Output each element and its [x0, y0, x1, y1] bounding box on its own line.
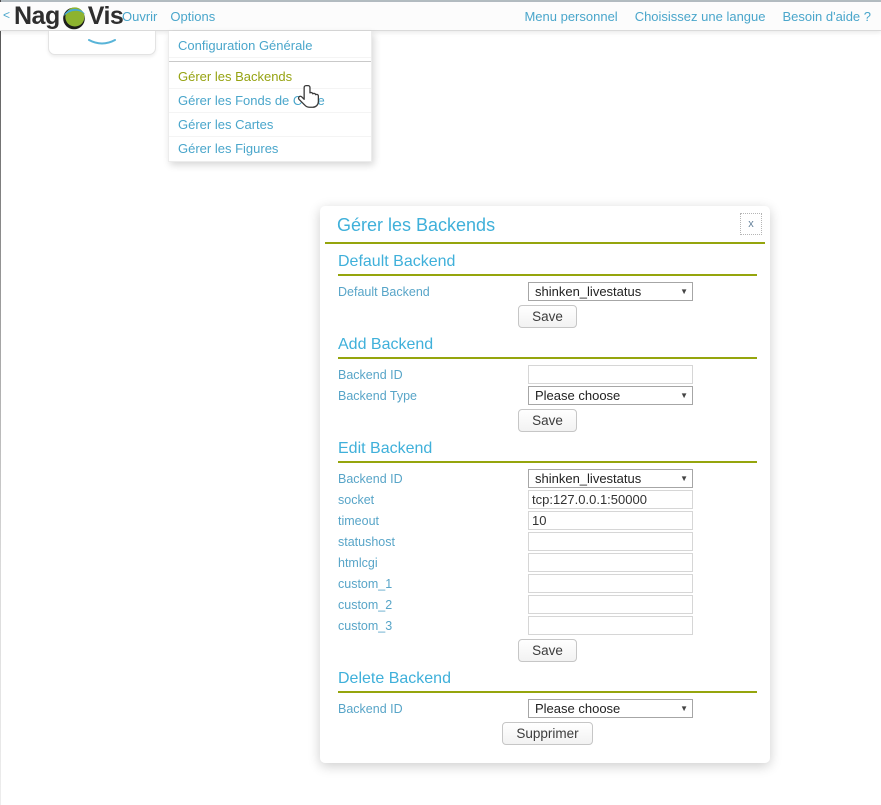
form-row: custom_3 — [338, 616, 757, 635]
field-label-custom-1: custom_1 — [338, 577, 528, 591]
save-button[interactable]: Save — [518, 639, 577, 662]
field-label-statushost: statushost — [338, 535, 528, 549]
form-row: socket — [338, 490, 757, 509]
form-row: Backend ID Please choose ▼ — [338, 699, 757, 718]
field-label-custom-3: custom_3 — [338, 619, 528, 633]
field-label-default-backend: Default Backend — [338, 285, 528, 299]
collapse-left-icon[interactable]: < — [3, 8, 10, 22]
section-title: Delete Backend — [338, 670, 757, 693]
options-menu: Configuration Générale Gérer les Backends… — [168, 31, 372, 162]
button-row: Supprimer — [338, 722, 757, 745]
form-row: timeout — [338, 511, 757, 530]
form-row: statushost — [338, 532, 757, 551]
select-backend-id[interactable]: Please choose ▼ — [528, 699, 693, 718]
section-edit-backend: Edit BackendBackend IDshinken_livestatus… — [338, 440, 757, 662]
menu-item-configuration-g-n-rale[interactable]: Configuration Générale — [169, 34, 371, 58]
logo-text-vis: Vis — [88, 2, 124, 31]
chevron-down-icon: ▼ — [680, 391, 688, 400]
chevron-down-icon: ▼ — [680, 287, 688, 296]
input-socket[interactable] — [528, 490, 693, 509]
dialog-close-button[interactable]: x — [740, 213, 762, 235]
select-value: Please choose — [535, 388, 620, 403]
select-value: shinken_livestatus — [535, 284, 641, 299]
nav-choisissez-une-langue[interactable]: Choisissez une langue — [635, 9, 766, 24]
nagvis-logo[interactable]: Nag Vis — [14, 2, 123, 30]
section-title: Edit Backend — [338, 440, 757, 463]
field-label-htmlcgi: htmlcgi — [338, 556, 528, 570]
field-label-backend-type: Backend Type — [338, 389, 528, 403]
window-left-border — [0, 0, 1, 805]
form-row: htmlcgi — [338, 553, 757, 572]
menu-separator — [169, 61, 371, 62]
page: < Nag Vis Ouvrir Options Menu personnel Ch… — [0, 0, 881, 805]
select-backend-type[interactable]: Please choose ▼ — [528, 386, 693, 405]
nav-menu-personnel[interactable]: Menu personnel — [524, 9, 617, 24]
nav-options[interactable]: Options — [170, 9, 215, 24]
main-menu: Ouvrir Options — [122, 2, 215, 30]
menu-item-g-rer-les-fonds-de-carte[interactable]: Gérer les Fonds de Carte — [169, 89, 371, 113]
menu-item-g-rer-les-cartes[interactable]: Gérer les Cartes — [169, 113, 371, 137]
nav-besoin-d-aide[interactable]: Besoin d'aide ? — [783, 9, 872, 24]
field-label-custom-2: custom_2 — [338, 598, 528, 612]
dialog-title: Gérer les Backends — [337, 215, 753, 236]
user-menu: Menu personnel Choisissez une langue Besoi… — [524, 2, 871, 30]
form-row: Backend Type Please choose ▼ — [338, 386, 757, 405]
input-timeout[interactable] — [528, 511, 693, 530]
field-label-socket: socket — [338, 493, 528, 507]
menu-item-g-rer-les-backends[interactable]: Gérer les Backends — [169, 65, 371, 89]
select-default-backend[interactable]: shinken_livestatus ▼ — [528, 282, 693, 301]
select-value: Please choose — [535, 701, 620, 716]
form-row: Default Backend shinken_livestatus ▼ — [338, 282, 757, 301]
section-delete-backend: Delete Backend Backend ID Please choose ▼ Su… — [338, 670, 757, 745]
button-row: Save — [338, 409, 757, 432]
dialog-body: Default BackendDefault Backendshinken_li… — [320, 253, 770, 745]
select-value: shinken_livestatus — [535, 471, 641, 486]
form-row: Backend ID shinken_livestatus ▼ — [338, 469, 757, 488]
dialog-header: Gérer les Backends — [325, 206, 765, 244]
chevron-down-icon: ▼ — [680, 474, 688, 483]
input-custom-1[interactable] — [528, 574, 693, 593]
section-title: Default Backend — [338, 253, 757, 276]
button-row: Save — [338, 305, 757, 328]
form-row: Backend ID — [338, 365, 757, 384]
input-custom-3[interactable] — [528, 616, 693, 635]
input-htmlcgi[interactable] — [528, 553, 693, 572]
field-label-backend-id: Backend ID — [338, 368, 528, 382]
save-button[interactable]: Save — [518, 305, 577, 328]
field-label-backend-id: Backend ID — [338, 702, 528, 716]
select-backend-id[interactable]: shinken_livestatus ▼ — [528, 469, 693, 488]
field-label-timeout: timeout — [338, 514, 528, 528]
save-button[interactable]: Save — [518, 409, 577, 432]
button-row: Save — [338, 639, 757, 662]
nagvis-globe-icon — [61, 5, 87, 31]
section-default-backend: Default BackendDefault Backendshinken_li… — [338, 253, 757, 328]
supprimer-button[interactable]: Supprimer — [502, 722, 592, 745]
input-custom-2[interactable] — [528, 595, 693, 614]
backends-dialog: x Gérer les Backends Default Backend Defa… — [320, 206, 770, 763]
form-row: custom_2 — [338, 595, 757, 614]
input-statushost[interactable] — [528, 532, 693, 551]
header-toggle-tab[interactable] — [48, 31, 156, 55]
field-label-backend-id: Backend ID — [338, 472, 528, 486]
section-title: Add Backend — [338, 336, 757, 359]
app-header: < Nag Vis Ouvrir Options Menu personnel Ch… — [0, 2, 881, 31]
section-add-backend: Add BackendBackend IDBackend TypePlease … — [338, 336, 757, 432]
nav-ouvrir[interactable]: Ouvrir — [122, 9, 157, 24]
logo-text-nag: Nag — [14, 2, 60, 31]
chevron-down-icon: ▼ — [680, 704, 688, 713]
chevron-down-icon — [87, 38, 117, 47]
input-backend-id[interactable] — [528, 365, 693, 384]
menu-item-g-rer-les-figures[interactable]: Gérer les Figures — [169, 137, 371, 160]
form-row: custom_1 — [338, 574, 757, 593]
